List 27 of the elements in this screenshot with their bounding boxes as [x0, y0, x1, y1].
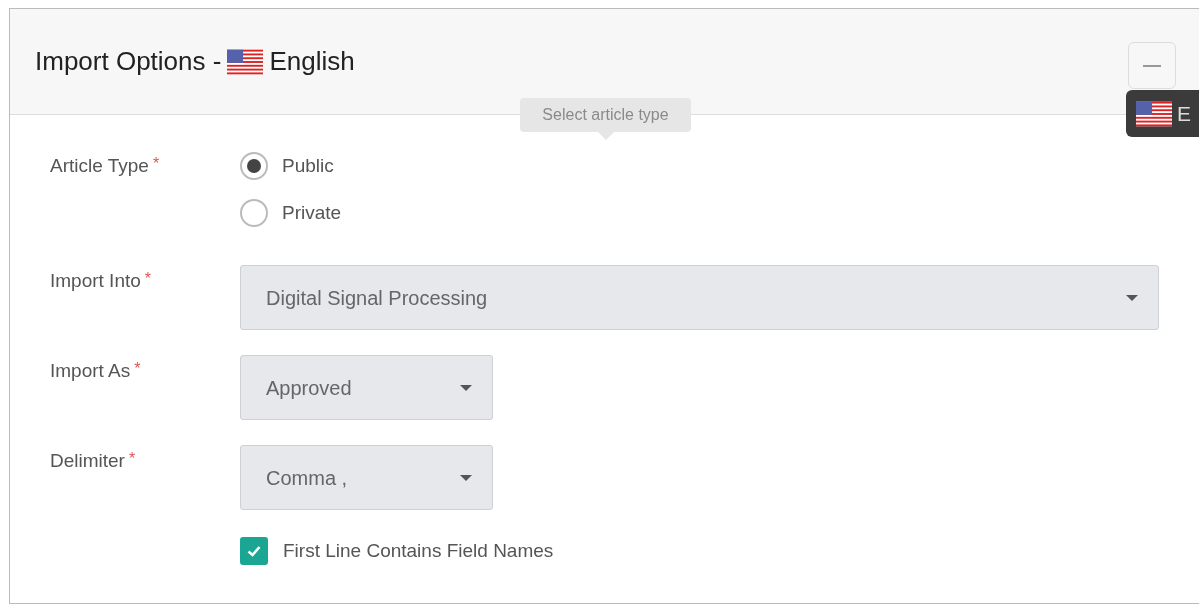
language-badge[interactable]: E: [1126, 90, 1199, 137]
checkbox-label[interactable]: First Line Contains Field Names: [283, 537, 554, 566]
field-label: Delimiter: [50, 450, 125, 471]
required-mark: *: [152, 155, 160, 172]
dropdown[interactable]: Digital Signal Processing: [240, 265, 1159, 330]
tooltip: Select article type: [520, 98, 691, 140]
field-label: Import As: [50, 360, 131, 381]
required-mark: *: [134, 360, 141, 377]
radio-label[interactable]: Public: [282, 152, 334, 181]
required-mark: *: [144, 270, 152, 287]
dropdown[interactable]: Approved: [240, 355, 493, 420]
radio-button[interactable]: [240, 198, 268, 227]
required-mark: *: [128, 450, 136, 467]
panel-title: Import Options -: [35, 45, 222, 78]
caret-icon: [460, 384, 472, 391]
check-icon: [247, 545, 261, 558]
radio-button[interactable]: [240, 152, 268, 181]
caret-icon: [460, 474, 472, 481]
checkbox[interactable]: [240, 537, 268, 566]
flag-icon: [227, 48, 264, 75]
field-label: Import Into: [50, 270, 141, 291]
field-label: Article Type: [50, 155, 149, 176]
caret-icon: [1126, 294, 1138, 301]
flag-icon: [1136, 100, 1172, 127]
language-name: English: [269, 45, 355, 78]
dropdown[interactable]: Comma ,: [240, 445, 493, 510]
radio-label[interactable]: Private: [282, 198, 342, 227]
